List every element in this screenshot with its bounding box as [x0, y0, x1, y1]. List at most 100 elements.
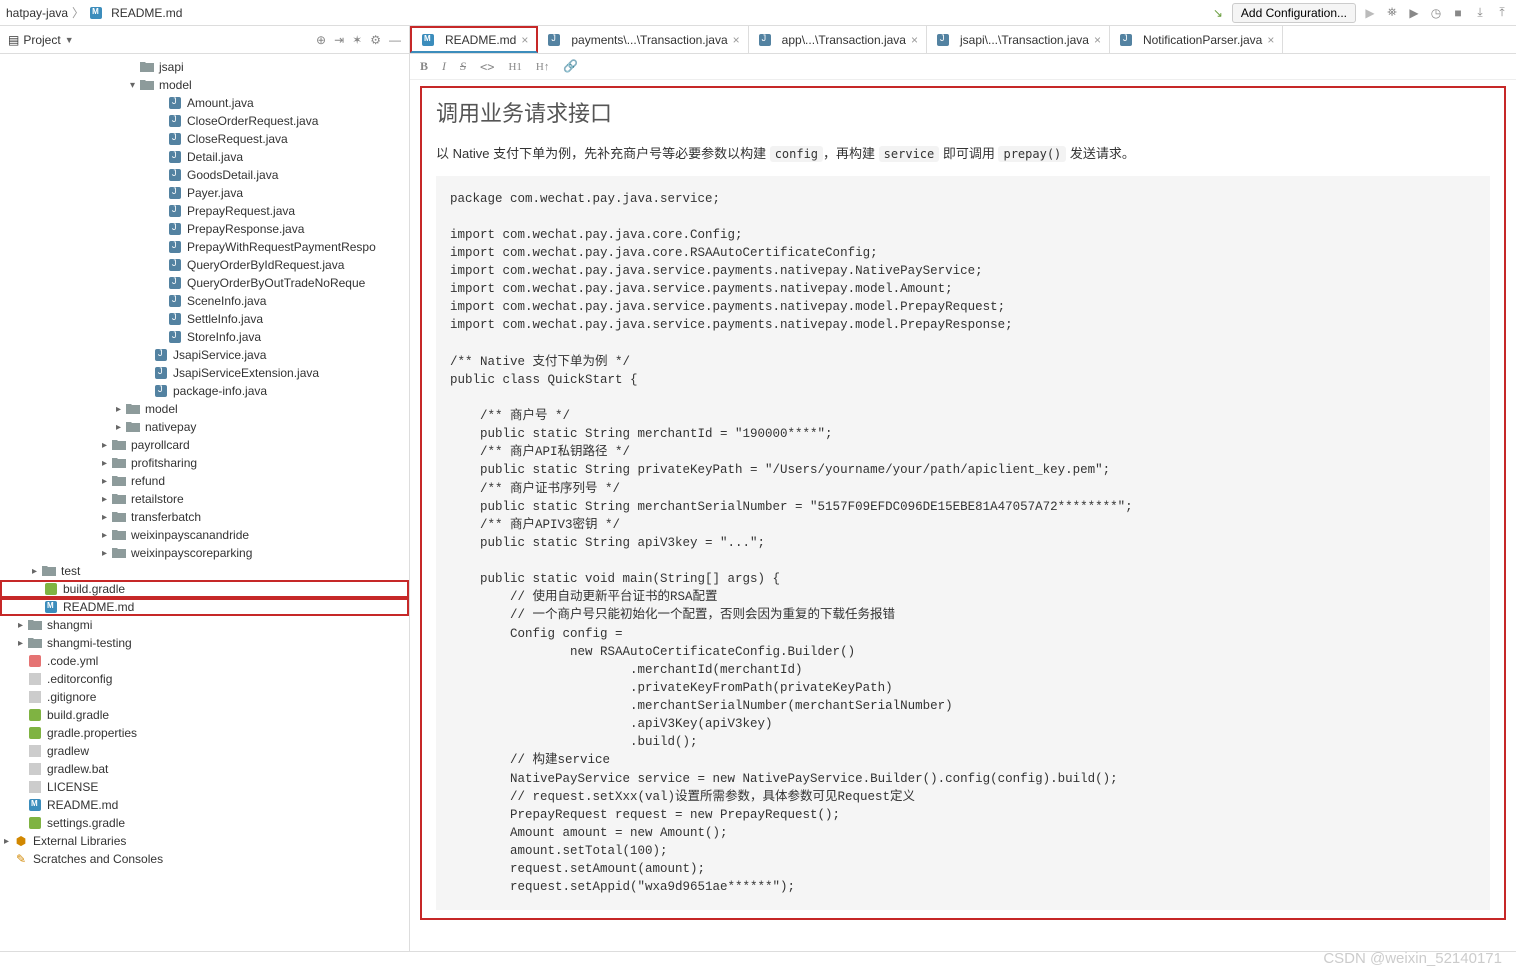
tree-scratches[interactable]: ✎Scratches and Consoles [0, 850, 409, 868]
tree-file[interactable]: README.md [0, 796, 409, 814]
expand-icon[interactable]: ▾ [126, 80, 139, 91]
tree-folder[interactable]: ▸shangmi-testing [0, 634, 409, 652]
link-button[interactable]: 🔗 [563, 59, 578, 74]
breadcrumb-project[interactable]: hatpay-java [6, 6, 68, 20]
tree-java-file[interactable]: SettleInfo.java [0, 310, 409, 328]
run-icon[interactable]: ▶ [1362, 5, 1378, 21]
settings-icon[interactable]: ⚙ [370, 33, 381, 47]
expand-icon[interactable]: ▸ [98, 458, 111, 469]
tree-file[interactable]: LICENSE [0, 778, 409, 796]
tree-java-file[interactable]: PrepayWithRequestPaymentRespo [0, 238, 409, 256]
tree-file[interactable]: build.gradle [0, 706, 409, 724]
tree-java-file[interactable]: JsapiService.java [0, 346, 409, 364]
select-file-icon[interactable]: ⊕ [316, 33, 326, 47]
expand-icon[interactable]: ⇥ [334, 33, 344, 47]
tree-java-file[interactable]: PrepayRequest.java [0, 202, 409, 220]
tree-folder-model[interactable]: ▾model [0, 76, 409, 94]
tree-folder[interactable]: ▸test [0, 562, 409, 580]
stop-icon[interactable]: ■ [1450, 5, 1466, 21]
tree-file[interactable]: gradlew.bat [0, 760, 409, 778]
close-icon[interactable]: × [521, 33, 528, 47]
italic-button[interactable]: I [442, 59, 446, 74]
close-icon[interactable]: × [1094, 33, 1101, 47]
tree-file[interactable]: settings.gradle [0, 814, 409, 832]
tree-java-file[interactable]: CloseRequest.java [0, 130, 409, 148]
tree-java-file[interactable]: QueryOrderByOutTradeNoReque [0, 274, 409, 292]
java-icon [935, 34, 951, 46]
tree-file[interactable]: gradlew [0, 742, 409, 760]
tree-java-file[interactable]: Payer.java [0, 184, 409, 202]
sidebar-header: ▤ Project ▼ ⊕ ⇥ ✶ ⚙ — [0, 26, 409, 54]
tree-file[interactable]: gradle.properties [0, 724, 409, 742]
expand-icon[interactable]: ▸ [98, 440, 111, 451]
tree-folder[interactable]: ▸profitsharing [0, 454, 409, 472]
expand-icon[interactable]: ▸ [98, 494, 111, 505]
tree-file[interactable]: build.gradle [0, 580, 409, 598]
sidebar-title[interactable]: ▤ Project ▼ [8, 33, 316, 47]
tree-file[interactable]: README.md [0, 598, 409, 616]
hide-icon[interactable]: — [389, 33, 401, 47]
bold-button[interactable]: B [420, 59, 428, 74]
expand-icon[interactable]: ▸ [14, 620, 27, 631]
tree-folder[interactable]: ▸transferbatch [0, 508, 409, 526]
expand-icon[interactable]: ▸ [28, 566, 41, 577]
expand-icon[interactable]: ▸ [0, 836, 13, 847]
tree-folder[interactable]: ▸model [0, 400, 409, 418]
tree-java-file[interactable]: SceneInfo.java [0, 292, 409, 310]
tree-folder-jsapi[interactable]: jsapi [0, 58, 409, 76]
editor-tab[interactable]: jsapi\...\Transaction.java× [927, 26, 1110, 53]
tree-external-libraries[interactable]: ▸⬢External Libraries [0, 832, 409, 850]
close-icon[interactable]: × [733, 33, 740, 47]
expand-icon[interactable]: ▸ [98, 512, 111, 523]
expand-icon[interactable]: ▸ [98, 548, 111, 559]
expand-icon[interactable]: ▸ [112, 404, 125, 415]
git-pull-icon[interactable]: ⤓ [1472, 5, 1488, 21]
tree-label: JsapiService.java [173, 348, 266, 362]
h1-button[interactable]: H1 [508, 61, 521, 73]
tree-folder[interactable]: ▸shangmi [0, 616, 409, 634]
editor-tab[interactable]: app\...\Transaction.java× [749, 26, 927, 53]
tree-folder[interactable]: ▸payrollcard [0, 436, 409, 454]
tree-file[interactable]: .editorconfig [0, 670, 409, 688]
tree-java-file[interactable]: Detail.java [0, 148, 409, 166]
tree-folder[interactable]: ▸refund [0, 472, 409, 490]
tree-java-file[interactable]: package-info.java [0, 382, 409, 400]
editor-tab[interactable]: payments\...\Transaction.java× [538, 26, 748, 53]
code-block: package com.wechat.pay.java.service; imp… [436, 176, 1490, 911]
expand-icon[interactable]: ▸ [112, 422, 125, 433]
breadcrumb-file[interactable]: README.md [88, 6, 182, 20]
tree-java-file[interactable]: JsapiServiceExtension.java [0, 364, 409, 382]
git-push-icon[interactable]: ⤒ [1494, 5, 1510, 21]
tree-java-file[interactable]: PrepayResponse.java [0, 220, 409, 238]
tree-java-file[interactable]: CloseOrderRequest.java [0, 112, 409, 130]
tree-java-file[interactable]: Amount.java [0, 94, 409, 112]
tree-label: Payer.java [187, 186, 243, 200]
tree-java-file[interactable]: GoodsDetail.java [0, 166, 409, 184]
expand-icon[interactable]: ▸ [14, 638, 27, 649]
profile-icon[interactable]: ◷ [1428, 5, 1444, 21]
tree-file[interactable]: .code.yml [0, 652, 409, 670]
collapse-icon[interactable]: ✶ [352, 33, 362, 47]
tree-java-file[interactable]: QueryOrderByIdRequest.java [0, 256, 409, 274]
tree-folder[interactable]: ▸retailstore [0, 490, 409, 508]
close-icon[interactable]: × [1267, 33, 1274, 47]
add-configuration-button[interactable]: Add Configuration... [1232, 3, 1356, 23]
file-icon [167, 223, 183, 235]
h1up-button[interactable]: H↑ [536, 61, 549, 73]
tree-folder[interactable]: ▸nativepay [0, 418, 409, 436]
file-icon [139, 61, 155, 73]
tree-folder[interactable]: ▸weixinpayscanandride [0, 526, 409, 544]
debug-icon[interactable]: ⛯ [1384, 5, 1400, 21]
tree-folder[interactable]: ▸weixinpayscoreparking [0, 544, 409, 562]
coverage-icon[interactable]: ▶ [1406, 5, 1422, 21]
tree-java-file[interactable]: StoreInfo.java [0, 328, 409, 346]
editor-tab[interactable]: NotificationParser.java× [1110, 26, 1283, 53]
expand-icon[interactable]: ▸ [98, 530, 111, 541]
tree-file[interactable]: .gitignore [0, 688, 409, 706]
code-button[interactable]: <> [480, 60, 494, 74]
build-icon[interactable]: ↘ [1210, 5, 1226, 21]
strike-button[interactable]: S [460, 59, 466, 74]
expand-icon[interactable]: ▸ [98, 476, 111, 487]
editor-tab[interactable]: README.md× [410, 26, 538, 53]
close-icon[interactable]: × [911, 33, 918, 47]
